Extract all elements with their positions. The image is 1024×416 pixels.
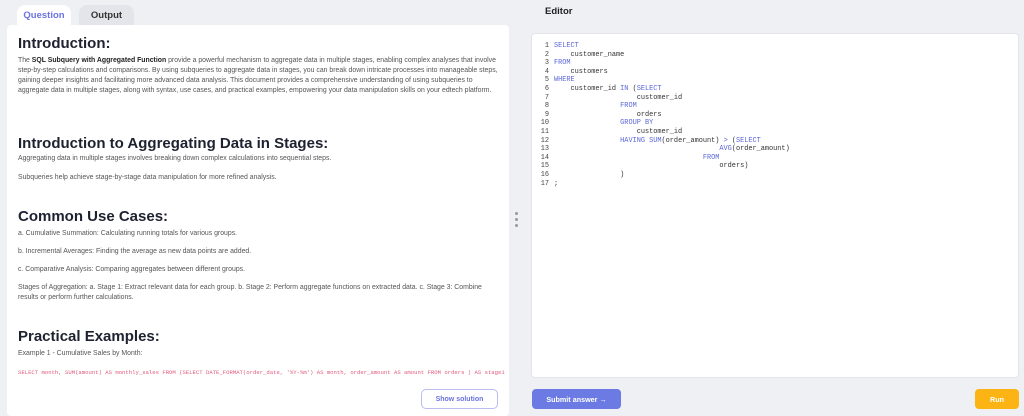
code-line[interactable]: 2 customer_name bbox=[532, 51, 1018, 60]
code-keyword: GROUP BY bbox=[620, 119, 654, 128]
code-keyword: SELECT bbox=[735, 136, 761, 145]
code-line[interactable]: 8 FROM bbox=[532, 102, 1018, 111]
paragraph: Aggregating data in multiple stages invo… bbox=[18, 155, 332, 162]
code-line[interactable]: 12 HAVING SUM (order_amount) > (SELECT bbox=[532, 137, 1018, 146]
heading-aggregating: Introduction to Aggregating Data in Stag… bbox=[18, 135, 329, 152]
tab-question[interactable]: Question bbox=[17, 5, 71, 25]
intro-bold: SQL Subquery with Aggregated Function bbox=[31, 57, 167, 64]
tab-output[interactable]: Output bbox=[79, 5, 134, 25]
question-panel: Introduction: The SQL Subquery with Aggr… bbox=[7, 25, 509, 416]
code-text: customer_id bbox=[554, 127, 683, 136]
line-number: 8 bbox=[544, 102, 549, 111]
code-text: customer_name bbox=[554, 50, 625, 59]
code-line[interactable]: 1 SELECT bbox=[532, 42, 1018, 51]
line-number: 3 bbox=[544, 59, 549, 68]
code-text: ( bbox=[628, 84, 637, 93]
line-number: 9 bbox=[544, 110, 549, 119]
code-line[interactable]: 10 GROUP BY bbox=[532, 119, 1018, 128]
line-number: 13 bbox=[540, 145, 549, 154]
line-number: 10 bbox=[540, 119, 549, 128]
code-editor[interactable]: 1 SELECT 2 customer_name 3 FROM 4 customers 5 W… bbox=[531, 33, 1019, 378]
code-line[interactable]: 9 orders bbox=[532, 111, 1018, 120]
code-keyword: FROM bbox=[554, 59, 571, 68]
intro-paragraph: The SQL Subquery with Aggregated Functio… bbox=[18, 56, 498, 96]
code-text: customers bbox=[554, 67, 608, 76]
heading-introduction: Introduction: bbox=[18, 35, 111, 52]
code-line[interactable]: 4 customers bbox=[532, 68, 1018, 77]
code-line[interactable]: 6 customer_id IN (SELECT bbox=[532, 85, 1018, 94]
code-keyword: FROM bbox=[620, 102, 637, 111]
line-number: 2 bbox=[544, 50, 549, 59]
line-number: 5 bbox=[544, 76, 549, 85]
code-text: customer_id bbox=[554, 93, 683, 102]
code-keyword: WHERE bbox=[554, 76, 575, 85]
example-code: SELECT month, SUM(amount) AS monthly_sal… bbox=[18, 369, 505, 376]
submit-answer-button[interactable]: Submit answer → bbox=[532, 389, 621, 409]
line-number: 4 bbox=[544, 67, 549, 76]
show-solution-button[interactable]: Show solution bbox=[421, 389, 498, 409]
code-line[interactable]: 3 FROM bbox=[532, 59, 1018, 68]
run-button[interactable]: Run bbox=[975, 389, 1019, 409]
code-line[interactable]: 16 ) bbox=[532, 171, 1018, 180]
use-case-item: b. Incremental Averages: Finding the ave… bbox=[18, 248, 252, 255]
code-text: customer_id bbox=[554, 84, 621, 93]
line-number: 12 bbox=[540, 136, 549, 145]
line-number: 17 bbox=[540, 179, 549, 188]
code-text: ; bbox=[554, 179, 559, 188]
heading-use-cases: Common Use Cases: bbox=[18, 208, 169, 225]
code-text: orders bbox=[554, 110, 662, 119]
code-line[interactable]: 15 orders) bbox=[532, 162, 1018, 171]
code-line[interactable]: 11 customer_id bbox=[532, 128, 1018, 137]
example-title: Example 1 - Cumulative Sales by Month: bbox=[18, 350, 143, 357]
code-text: orders) bbox=[554, 162, 749, 171]
use-case-item: a. Cumulative Summation: Calculating run… bbox=[18, 230, 238, 237]
code-keyword: AVG bbox=[719, 145, 732, 154]
code-keyword: HAVING SUM bbox=[620, 136, 662, 145]
code-line[interactable]: 7 customer_id bbox=[532, 94, 1018, 103]
use-case-item: c. Comparative Analysis: Comparing aggre… bbox=[18, 266, 246, 273]
paragraph: Subqueries help achieve stage-by-stage d… bbox=[18, 174, 277, 181]
panel-resize-handle[interactable] bbox=[515, 212, 518, 230]
code-line[interactable]: 14 FROM bbox=[532, 154, 1018, 163]
line-number: 16 bbox=[540, 170, 549, 179]
line-number: 6 bbox=[544, 84, 549, 93]
code-keyword: SELECT bbox=[554, 42, 579, 50]
line-number: 14 bbox=[540, 153, 549, 162]
code-keyword: SELECT bbox=[636, 84, 662, 93]
code-text: (order_amount) bbox=[731, 145, 790, 154]
line-number: 7 bbox=[544, 93, 549, 102]
intro-text: The bbox=[18, 57, 32, 64]
code-line[interactable]: 13 AVG (order_amount) bbox=[532, 145, 1018, 154]
heading-practical-examples: Practical Examples: bbox=[18, 328, 160, 345]
code-text: ) bbox=[554, 170, 625, 179]
code-line[interactable]: 17; bbox=[532, 180, 1018, 189]
line-number: 1 bbox=[544, 42, 549, 50]
editor-title: Editor bbox=[545, 6, 573, 17]
line-number: 11 bbox=[540, 127, 549, 136]
code-keyword: IN bbox=[620, 84, 629, 93]
code-text: ( bbox=[727, 136, 736, 145]
code-line[interactable]: 5 WHERE bbox=[532, 76, 1018, 85]
stages-paragraph: Stages of Aggregation: a. Stage 1: Extra… bbox=[18, 284, 482, 301]
line-number: 15 bbox=[540, 162, 549, 171]
code-keyword: FROM bbox=[702, 153, 720, 162]
code-text: (order_amount) bbox=[661, 136, 724, 145]
